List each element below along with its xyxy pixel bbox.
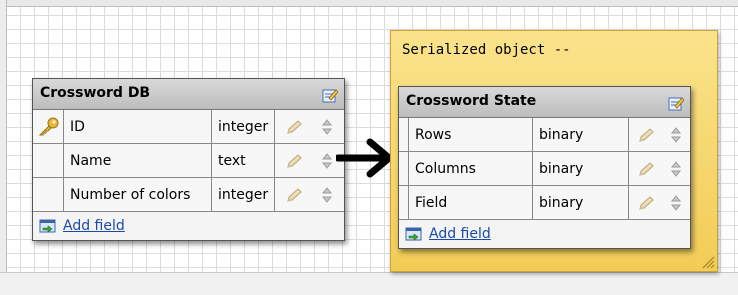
add-field-icon[interactable]: [405, 226, 423, 242]
arrow-icon: [336, 138, 393, 178]
table-title: Crossword State: [406, 93, 537, 109]
key-cell: [399, 186, 409, 219]
field-actions: [629, 186, 689, 219]
table-header[interactable]: Crossword DB: [33, 79, 344, 110]
sort-arrows-icon[interactable]: [322, 186, 333, 203]
field-name[interactable]: Rows: [409, 118, 533, 151]
field-name[interactable]: Number of colors: [64, 178, 212, 211]
table-crossword-state[interactable]: Crossword State Rows binary Columns bina…: [398, 86, 691, 249]
add-field-link[interactable]: Add field: [63, 218, 125, 234]
note-resize-icon[interactable]: [699, 253, 715, 269]
sort-arrows-icon[interactable]: [671, 126, 681, 143]
field-actions: [275, 144, 342, 177]
key-cell: [33, 110, 64, 143]
canvas-bottom-edge: [0, 272, 738, 295]
key-cell: [399, 152, 409, 185]
key-cell: [33, 144, 64, 177]
field-name[interactable]: Columns: [409, 152, 533, 185]
table-header[interactable]: Crossword State: [399, 87, 690, 118]
key-cell: [33, 178, 64, 211]
canvas-top-edge: [0, 0, 738, 7]
field-actions: [629, 118, 689, 151]
field-name[interactable]: Name: [64, 144, 212, 177]
field-type[interactable]: text: [212, 144, 275, 177]
table-title: Crossword DB: [40, 85, 151, 101]
field-name[interactable]: Field: [409, 186, 533, 219]
sort-arrows-icon[interactable]: [322, 152, 333, 169]
canvas-left-edge: [0, 0, 7, 295]
table-crossword-db[interactable]: Crossword DB ID integer Name text Number…: [32, 78, 345, 241]
field-type[interactable]: binary: [533, 152, 629, 185]
pencil-icon[interactable]: [637, 161, 655, 177]
field-type[interactable]: integer: [212, 110, 275, 143]
pencil-icon[interactable]: [285, 119, 303, 135]
note-text[interactable]: Serialized object --: [402, 42, 571, 58]
sort-arrows-icon[interactable]: [671, 194, 681, 211]
add-field-icon[interactable]: [39, 218, 57, 234]
add-field-row: Add field: [33, 212, 344, 240]
field-row[interactable]: Columns binary: [399, 152, 690, 186]
key-cell: [399, 118, 409, 151]
pencil-icon[interactable]: [637, 127, 655, 143]
field-row[interactable]: Field binary: [399, 186, 690, 220]
field-row[interactable]: Number of colors integer: [33, 178, 344, 212]
field-type[interactable]: integer: [212, 178, 275, 211]
edit-table-icon[interactable]: [668, 95, 684, 111]
field-type[interactable]: binary: [533, 186, 629, 219]
sort-arrows-icon[interactable]: [322, 118, 333, 135]
field-name[interactable]: ID: [64, 110, 212, 143]
field-row[interactable]: Rows binary: [399, 118, 690, 152]
key-icon: [38, 117, 59, 135]
sort-arrows-icon[interactable]: [671, 160, 681, 177]
field-actions: [275, 110, 342, 143]
field-actions: [275, 178, 342, 211]
pencil-icon[interactable]: [285, 187, 303, 203]
edit-table-icon[interactable]: [322, 87, 338, 103]
field-type[interactable]: binary: [533, 118, 629, 151]
pencil-icon[interactable]: [637, 195, 655, 211]
pencil-icon[interactable]: [285, 153, 303, 169]
add-field-row: Add field: [399, 220, 690, 248]
add-field-link[interactable]: Add field: [429, 226, 491, 242]
field-actions: [629, 152, 689, 185]
field-row[interactable]: ID integer: [33, 110, 344, 144]
field-row[interactable]: Name text: [33, 144, 344, 178]
